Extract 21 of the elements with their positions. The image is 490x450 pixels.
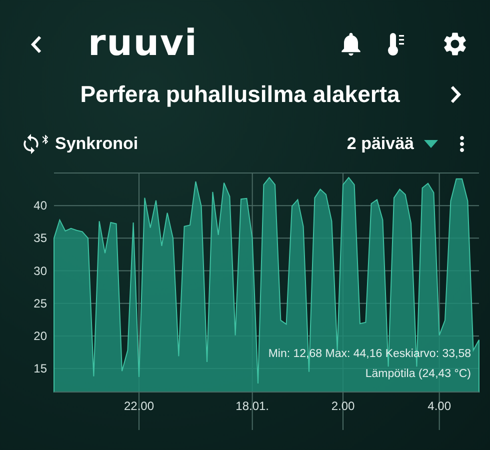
- y-axis-label: 25: [34, 296, 47, 310]
- x-axis-label: 4.00: [428, 399, 452, 413]
- dropdown-icon: [424, 140, 438, 148]
- chevron-right-icon: [450, 84, 462, 104]
- period-dropdown[interactable]: 2 päivää: [346, 134, 438, 154]
- x-axis-label: 2.00: [331, 399, 355, 413]
- thermometer-icon: [387, 31, 407, 57]
- y-axis-label: 40: [34, 198, 47, 213]
- y-axis-label: 30: [34, 264, 47, 278]
- chart-statistics: Min: 12,68 Max: 44,16 Keskiarvo: 33,58: [268, 348, 471, 360]
- y-axis-label: 35: [34, 231, 47, 246]
- logo: ruuvi: [88, 26, 198, 62]
- chevron-left-icon: [30, 34, 42, 54]
- x-axis-label: 22.00: [124, 399, 154, 413]
- y-axis-label: 20: [34, 328, 47, 343]
- sync-button[interactable]: Synkronoi: [20, 133, 138, 155]
- bluetooth-icon: [40, 134, 51, 144]
- chart-legend: Lämpötila (24,43 °C): [365, 368, 471, 380]
- y-axis-label: 15: [34, 362, 47, 376]
- sensor-name: Perfera puhallusilma alakerta: [79, 80, 401, 108]
- x-axis-label: 18.01.: [236, 399, 270, 413]
